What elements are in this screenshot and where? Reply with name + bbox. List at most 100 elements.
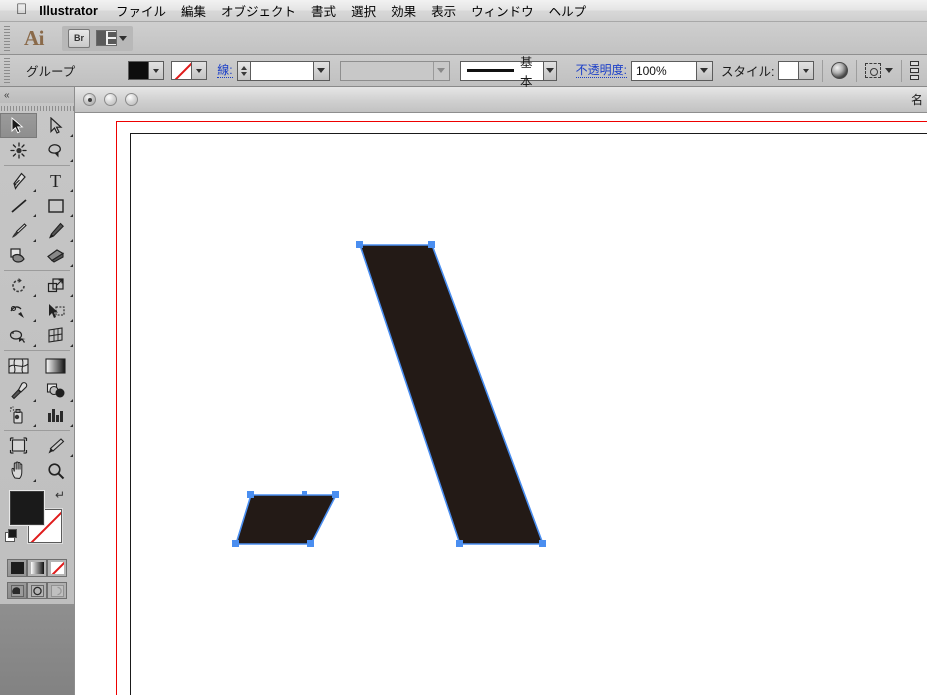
artwork-layer[interactable] <box>75 113 927 695</box>
tool-gradient-tool[interactable] <box>37 353 74 378</box>
toolbox-panel: « T ↵ <box>0 87 75 624</box>
tool-flyout-indicator <box>70 239 73 242</box>
tool-artboard-tool[interactable] <box>0 433 37 458</box>
tool-slice-tool[interactable] <box>37 433 74 458</box>
draw-normal-button[interactable] <box>7 582 27 599</box>
tool-scale-tool[interactable] <box>37 273 74 298</box>
tool-eraser-tool[interactable] <box>37 243 74 268</box>
tool-blend-tool[interactable] <box>37 378 74 403</box>
draw-inside-button[interactable] <box>47 582 67 599</box>
fill-swatch[interactable] <box>128 61 150 80</box>
brush-definition-combo[interactable]: 基本 <box>459 56 557 89</box>
apple-logo-icon[interactable]:  <box>16 2 27 17</box>
header-drag-grip[interactable] <box>2 25 12 51</box>
tool-width-tool[interactable] <box>0 298 37 323</box>
menu-item-help[interactable]: ヘルプ <box>549 1 587 20</box>
large-parallelogram[interactable] <box>360 245 543 544</box>
draw-behind-button[interactable] <box>27 582 47 599</box>
stroke-weight-combo[interactable] <box>249 60 330 81</box>
window-traffic-lights <box>83 93 138 106</box>
close-window-button[interactable] <box>83 93 96 106</box>
tool-flyout-indicator <box>70 319 73 322</box>
tool-pencil-tool[interactable] <box>37 218 74 243</box>
menu-item-effect[interactable]: 効果 <box>391 1 416 20</box>
tool-divider <box>4 165 70 166</box>
variable-width-dropdown-button[interactable] <box>432 61 449 80</box>
toolbox-drag-grip[interactable] <box>0 103 74 113</box>
tool-magic-wand-tool[interactable] <box>0 138 37 163</box>
tool-hand-tool[interactable] <box>0 458 37 483</box>
gradient-button[interactable] <box>27 559 47 577</box>
stroke-control[interactable] <box>171 61 208 80</box>
tool-type-tool[interactable]: T <box>37 168 74 193</box>
tool-shape-builder-tool[interactable] <box>0 323 37 348</box>
small-parallelogram[interactable] <box>236 495 336 544</box>
stroke-swatch[interactable] <box>171 61 193 80</box>
canvas-area[interactable] <box>75 113 927 695</box>
graphic-style-swatch[interactable] <box>778 61 800 80</box>
toolbox-collapse-button[interactable]: « <box>0 87 74 103</box>
tool-flyout-indicator <box>70 134 73 137</box>
stroke-dropdown-button[interactable] <box>192 61 208 80</box>
graphic-style-dropdown-button[interactable] <box>799 61 815 80</box>
arrange-documents-button[interactable] <box>96 30 127 46</box>
fill-control[interactable] <box>128 61 165 80</box>
tool-rectangle-tool[interactable] <box>37 193 74 218</box>
distribute-objects-icon[interactable] <box>910 60 922 81</box>
tool-eyedropper-tool[interactable] <box>0 378 37 403</box>
zoom-window-button[interactable] <box>125 93 138 106</box>
go-to-bridge-button[interactable]: Br <box>68 28 90 48</box>
minimize-window-button[interactable] <box>104 93 117 106</box>
brush-definition-dropdown-button[interactable] <box>543 61 556 80</box>
toolbox-lower-background <box>0 604 75 695</box>
menu-app-name[interactable]: Illustrator <box>39 4 98 18</box>
recolor-artwork-icon[interactable] <box>831 62 849 79</box>
tool-zoom-tool[interactable] <box>37 458 74 483</box>
tool-divider <box>4 430 70 431</box>
graphic-style-control[interactable] <box>778 61 815 80</box>
brush-stroke-preview-icon <box>466 69 515 72</box>
tool-paintbrush-tool[interactable] <box>0 218 37 243</box>
tool-flyout-indicator <box>70 294 73 297</box>
draw-behind-icon <box>30 584 44 597</box>
rotate-icon <box>11 277 25 292</box>
stroke-weight-field[interactable] <box>236 60 330 81</box>
tool-blob-brush-tool[interactable] <box>0 243 37 268</box>
document-titlebar[interactable]: 名 <box>75 87 927 113</box>
menu-item-type[interactable]: 書式 <box>311 1 336 20</box>
tool-direct-selection-tool[interactable] <box>37 113 74 138</box>
menu-item-object[interactable]: オブジェクト <box>221 1 296 20</box>
opacity-combo[interactable]: 100% <box>630 60 713 81</box>
tool-symbol-sprayer-tool[interactable] <box>0 403 37 428</box>
stroke-weight-dropdown-button[interactable] <box>312 61 329 80</box>
menu-item-view[interactable]: 表示 <box>431 1 456 20</box>
menu-item-select[interactable]: 選択 <box>351 1 376 20</box>
tool-perspective-grid-tool[interactable] <box>37 323 74 348</box>
opacity-label[interactable]: 不透明度: <box>575 63 627 78</box>
tool-free-transform-tool[interactable] <box>37 298 74 323</box>
fill-color-swatch[interactable] <box>10 491 44 525</box>
none-button[interactable] <box>47 559 67 577</box>
menu-item-edit[interactable]: 編集 <box>181 1 206 20</box>
tool-flyout-indicator <box>70 214 73 217</box>
tool-lasso-tool[interactable] <box>37 138 74 163</box>
menu-item-window[interactable]: ウィンドウ <box>471 1 534 20</box>
tool-selection-tool[interactable] <box>0 113 37 138</box>
opacity-dropdown-button[interactable] <box>695 61 712 80</box>
tool-pen-tool[interactable] <box>0 168 37 193</box>
tool-line-segment-tool[interactable] <box>0 193 37 218</box>
tool-mesh-tool[interactable] <box>0 353 37 378</box>
tool-rotate-tool[interactable] <box>0 273 37 298</box>
align-objects-icon[interactable] <box>865 63 882 78</box>
swap-fill-stroke-icon[interactable]: ↵ <box>55 489 67 501</box>
color-button[interactable] <box>7 559 27 577</box>
variable-width-profile-combo[interactable] <box>339 60 450 81</box>
stroke-weight-label[interactable]: 線: <box>217 63 233 78</box>
tool-column-graph-tool[interactable] <box>37 403 74 428</box>
control-bar-drag-grip[interactable] <box>2 57 12 84</box>
stroke-weight-stepper[interactable] <box>236 60 250 81</box>
fill-dropdown-button[interactable] <box>149 61 165 80</box>
menu-item-file[interactable]: ファイル <box>116 1 166 20</box>
chevron-down-icon[interactable] <box>885 68 894 73</box>
default-colors-icon[interactable] <box>5 529 17 542</box>
